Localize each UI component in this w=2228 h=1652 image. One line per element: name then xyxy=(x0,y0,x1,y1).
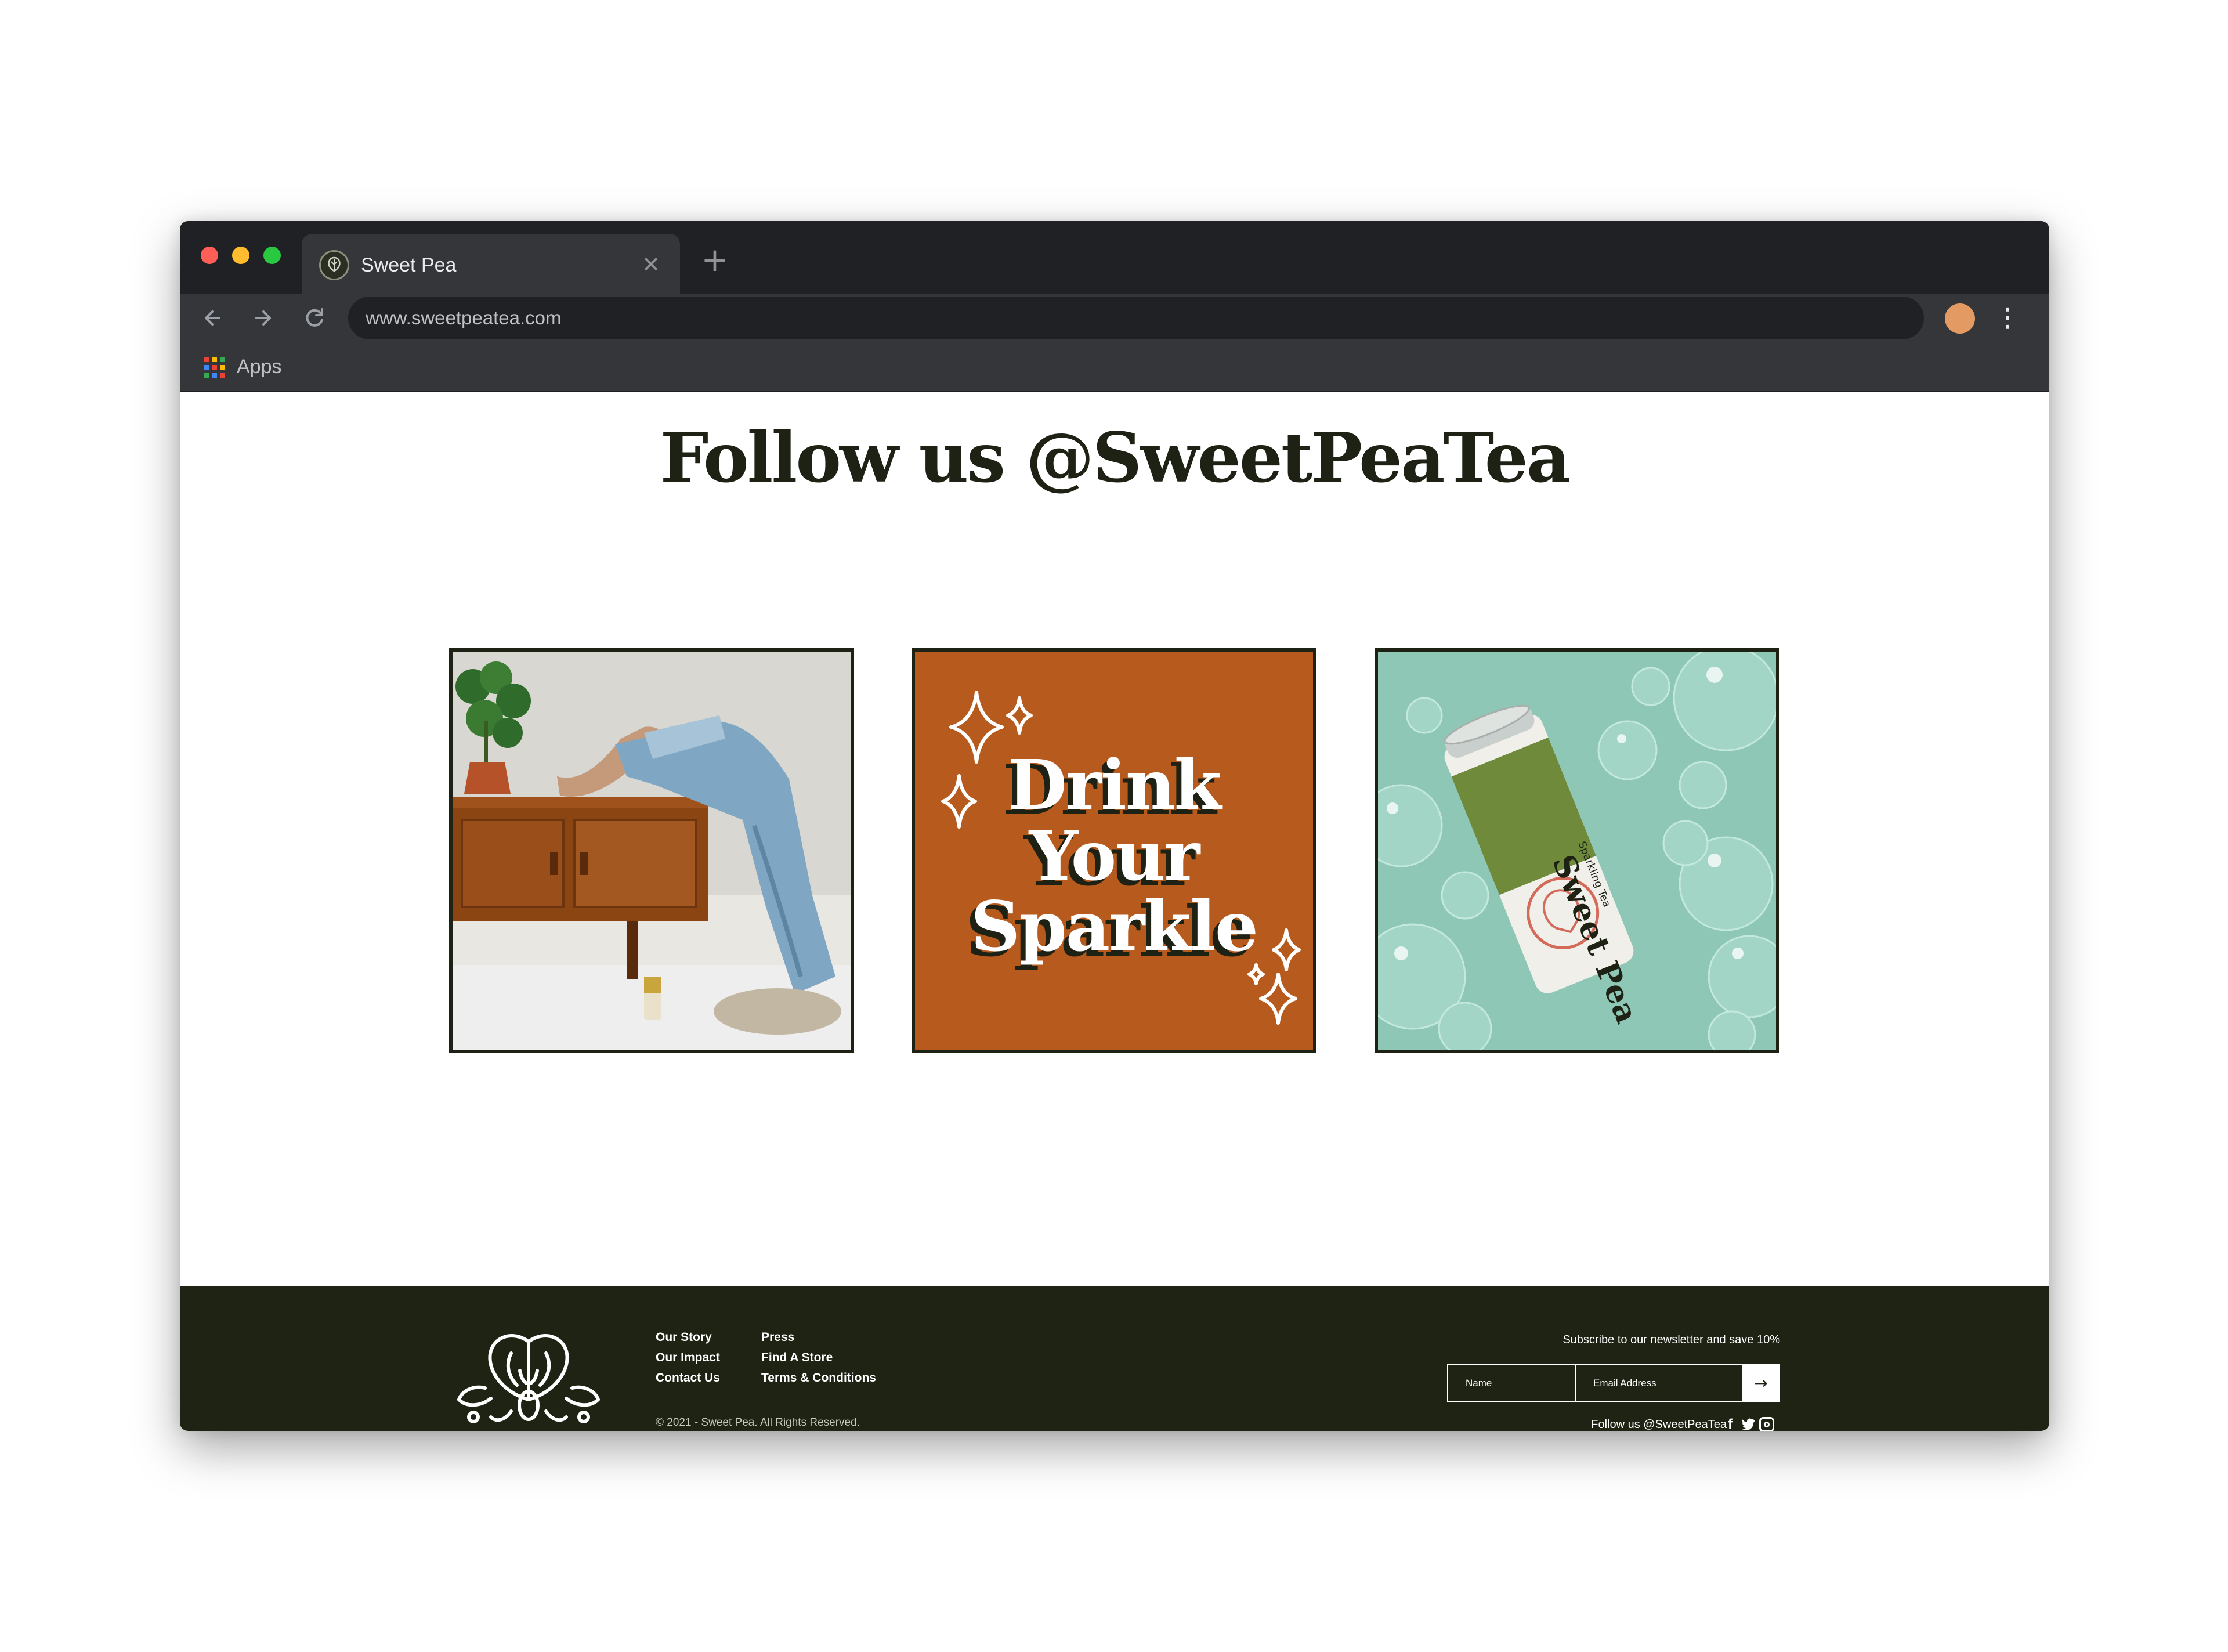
reload-icon[interactable] xyxy=(296,299,334,337)
tab-title: Sweet Pea xyxy=(361,254,457,276)
browser-toolbar: www.sweetpeatea.com ⋮ xyxy=(180,294,2049,342)
browser-window: Sweet Pea ✕ + www.sweetpeatea.com ⋮ Apps… xyxy=(180,221,2049,1431)
apps-grid-icon[interactable] xyxy=(204,357,225,378)
browser-tab[interactable]: Sweet Pea ✕ xyxy=(302,234,680,294)
new-tab-button[interactable]: + xyxy=(696,242,733,279)
footer-link-press[interactable]: Press xyxy=(761,1329,794,1346)
footer-link-our-story[interactable]: Our Story xyxy=(656,1329,712,1346)
sweet-pea-logo-icon[interactable] xyxy=(450,1330,607,1429)
maximize-window-button[interactable] xyxy=(263,247,281,264)
facebook-icon[interactable]: f xyxy=(1728,1416,1733,1431)
apps-dot xyxy=(220,357,225,362)
footer-link-terms[interactable]: Terms & Conditions xyxy=(761,1369,876,1387)
sweet-pea-favicon-icon xyxy=(319,250,349,280)
twitter-icon[interactable] xyxy=(1742,1416,1756,1431)
apps-dot xyxy=(204,373,209,378)
footer-link-our-impact[interactable]: Our Impact xyxy=(656,1349,720,1367)
apps-dot xyxy=(212,365,217,370)
apps-dot xyxy=(220,365,225,370)
bookmarks-bar: Apps xyxy=(180,342,2049,392)
close-tab-icon[interactable]: ✕ xyxy=(635,249,667,281)
more-menu-icon[interactable]: ⋮ xyxy=(1995,299,2020,337)
sparkle-line-1: Drink xyxy=(1007,744,1222,825)
apps-dot xyxy=(212,373,217,378)
instagram-icon[interactable] xyxy=(1759,1417,1774,1431)
footer-link-find-a-store[interactable]: Find A Store xyxy=(761,1349,833,1367)
forward-arrow-icon[interactable] xyxy=(244,299,282,337)
title-bar: Sweet Pea ✕ + xyxy=(180,221,2049,294)
minimize-window-button[interactable] xyxy=(232,247,249,264)
web-page: Follow us @SweetPeaTea Drink Your Sparkl… xyxy=(180,392,2049,1431)
apps-dot xyxy=(212,357,217,362)
apps-dot xyxy=(220,373,225,378)
footer-follow-text: Follow us @SweetPeaTea xyxy=(1591,1418,1727,1431)
copyright-text: © 2021 - Sweet Pea. All Rights Reserved. xyxy=(656,1416,860,1429)
url-text: www.sweetpeatea.com xyxy=(366,307,562,328)
sparkle-line-3: Sparkle xyxy=(970,886,1258,967)
name-input[interactable]: Name xyxy=(1447,1364,1576,1402)
footer-link-contact-us[interactable]: Contact Us xyxy=(656,1369,720,1387)
profile-avatar[interactable] xyxy=(1945,303,1975,334)
apps-bookmark[interactable]: Apps xyxy=(237,352,282,381)
address-bar[interactable]: www.sweetpeatea.com xyxy=(348,297,1924,339)
arrow-right-icon[interactable]: → xyxy=(1742,1364,1780,1402)
instagram-post-feet-on-cabinet[interactable] xyxy=(449,648,854,1053)
back-arrow-icon[interactable] xyxy=(194,299,232,337)
apps-dot xyxy=(204,357,209,362)
page-heading: Follow us @SweetPeaTea xyxy=(660,417,1571,498)
newsletter-label: Subscribe to our newsletter and save 10% xyxy=(1563,1333,1780,1346)
email-input[interactable]: Email Address xyxy=(1575,1364,1743,1402)
close-window-button[interactable] xyxy=(201,247,218,264)
instagram-post-can-bubbles[interactable]: Sweet Pea Sparkling Tea xyxy=(1375,648,1779,1053)
apps-dot xyxy=(204,365,209,370)
site-footer: Our Story Our Impact Contact Us Press Fi… xyxy=(180,1286,2049,1431)
sparkle-line-2: Your xyxy=(1029,815,1200,896)
instagram-post-drink-your-sparkle[interactable]: Drink Your Sparkle xyxy=(912,648,1316,1053)
